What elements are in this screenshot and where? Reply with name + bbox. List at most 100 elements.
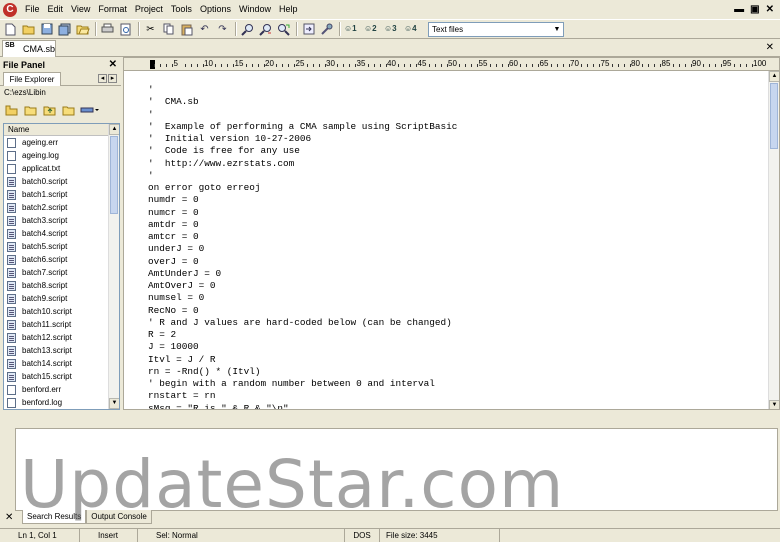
code-line[interactable]: AmtUnderJ = 0 [148, 268, 763, 280]
open-folder-icon[interactable] [75, 22, 90, 37]
code-line[interactable]: amtdr = 0 [148, 219, 763, 231]
file-list-item[interactable]: benford.log [4, 396, 119, 409]
file-list-item[interactable]: batch1.script [4, 188, 119, 201]
print-icon[interactable] [100, 22, 115, 37]
code-line[interactable]: amtcr = 0 [148, 231, 763, 243]
bookmark-4-icon[interactable]: ☺4 [404, 22, 419, 36]
file-list-item[interactable]: batch3.script [4, 214, 119, 227]
menu-edit[interactable]: Edit [44, 0, 68, 19]
print-preview-icon[interactable] [118, 22, 133, 37]
file-filter-select[interactable]: Text files ▼ [428, 21, 564, 37]
tab-output-console[interactable]: Output Console [86, 510, 152, 524]
bookmark-1-icon[interactable]: ☺1 [344, 22, 359, 36]
folder-up-icon[interactable] [42, 102, 57, 117]
undo-icon[interactable]: ↶ [197, 22, 212, 37]
code-line[interactable]: AmtOverJ = 0 [148, 280, 763, 292]
file-list-item[interactable]: batch4.script [4, 227, 119, 240]
column-header-name[interactable]: Name [4, 124, 108, 136]
scroll-up-icon[interactable]: ▲ [769, 71, 779, 82]
code-line[interactable]: numdr = 0 [148, 194, 763, 206]
editor-scrollbar[interactable]: ▲ ▼ [768, 71, 779, 409]
code-line[interactable]: rn = -Rnd() * (Itvl) [148, 366, 763, 378]
code-line[interactable]: sMsg = "R is " & R & "\n" [148, 403, 763, 410]
code-editor[interactable]: 5 10 15 20 25 30 35 40 45 50 55 60 65 70 75 80 85 90 95 100… [123, 57, 780, 410]
new-icon[interactable] [3, 22, 18, 37]
code-line[interactable]: ' Initial version 10-27-2006 [148, 133, 763, 145]
cut-icon[interactable]: ✂ [143, 22, 158, 37]
code-line[interactable]: underJ = 0 [148, 243, 763, 255]
redo-icon[interactable]: ↷ [215, 22, 230, 37]
code-line[interactable]: ' begin with a random number between 0 a… [148, 378, 763, 390]
scroll-up-icon[interactable]: ▲ [109, 124, 119, 135]
file-list-item[interactable]: batch14.script [4, 357, 119, 370]
tools-icon[interactable] [319, 22, 334, 37]
code-line[interactable]: R = 2 [148, 329, 763, 341]
bookmark-2-icon[interactable]: ☺2 [364, 22, 379, 36]
copy-icon[interactable] [161, 22, 176, 37]
open-icon[interactable] [21, 22, 36, 37]
code-line[interactable]: ' [148, 170, 763, 182]
code-line[interactable]: numsel = 0 [148, 292, 763, 304]
code-line[interactable]: J = 10000 [148, 341, 763, 353]
panel-prev-icon[interactable]: ◂ [98, 74, 107, 83]
tab-file-explorer[interactable]: File Explorer [3, 72, 61, 86]
file-list-item[interactable]: batch11.script [4, 318, 119, 331]
scroll-thumb[interactable] [770, 83, 778, 149]
file-list-item[interactable]: ageing.log [4, 149, 119, 162]
file-list-item[interactable]: batch0.script [4, 175, 119, 188]
file-list-item[interactable]: batch8.script [4, 279, 119, 292]
file-list-item[interactable]: batch7.script [4, 266, 119, 279]
file-list-item[interactable]: ageing.err [4, 136, 119, 149]
refresh-icon[interactable] [61, 102, 76, 117]
scroll-thumb[interactable] [110, 136, 118, 214]
code-line[interactable]: RecNo = 0 [148, 305, 763, 317]
code-line[interactable]: ' [148, 84, 763, 96]
file-list-scrollbar[interactable]: ▲ ▼ [108, 124, 119, 409]
code-line[interactable]: ' [148, 109, 763, 121]
find-next-icon[interactable] [258, 22, 273, 37]
file-list-item[interactable]: benford.err [4, 383, 119, 396]
view-options-icon[interactable] [80, 102, 100, 117]
file-list-item[interactable]: batch5.script [4, 240, 119, 253]
close-icon[interactable]: ✕ [766, 4, 774, 15]
file-list-item[interactable]: batch6.script [4, 253, 119, 266]
minimize-icon[interactable]: ▬ [734, 4, 744, 15]
menu-view[interactable]: View [67, 0, 94, 19]
code-line[interactable]: ' CMA.sb [148, 96, 763, 108]
file-list-item[interactable]: batch10.script [4, 305, 119, 318]
save-all-icon[interactable] [57, 22, 72, 37]
tab-cma-sb[interactable]: SB CMA.sb [2, 40, 56, 57]
menu-file[interactable]: File [21, 0, 44, 19]
close-output-icon[interactable]: ✕ [5, 512, 13, 523]
folder-tree-icon[interactable] [4, 102, 19, 117]
file-list-item[interactable]: batch15.script [4, 370, 119, 383]
paste-icon[interactable] [179, 22, 194, 37]
code-line[interactable]: ' R and J values are hard-coded below (c… [148, 317, 763, 329]
code-line[interactable]: numcr = 0 [148, 207, 763, 219]
menu-options[interactable]: Options [196, 0, 235, 19]
panel-next-icon[interactable]: ▸ [108, 74, 117, 83]
file-list-item[interactable]: batch2.script [4, 201, 119, 214]
code-line[interactable]: ' Example of performing a CMA sample usi… [148, 121, 763, 133]
bookmark-3-icon[interactable]: ☺3 [384, 22, 399, 36]
save-icon[interactable] [39, 22, 54, 37]
menu-window[interactable]: Window [235, 0, 275, 19]
output-panel[interactable] [15, 428, 778, 511]
file-list-item[interactable]: batch13.script [4, 344, 119, 357]
code-line[interactable]: rnstart = rn [148, 390, 763, 402]
folder-open-icon[interactable] [23, 102, 38, 117]
chevron-down-icon[interactable]: ▼ [551, 23, 563, 36]
file-list-item[interactable]: applicat.txt [4, 162, 119, 175]
file-list-item[interactable]: batch9.script [4, 292, 119, 305]
code-line[interactable]: on error goto erreoj [148, 182, 763, 194]
replace-icon[interactable] [276, 22, 291, 37]
menu-help[interactable]: Help [275, 0, 302, 19]
code-line[interactable]: ' Code is free for any use [148, 145, 763, 157]
close-tab-icon[interactable]: ✕ [766, 42, 774, 53]
file-list-item[interactable]: batch12.script [4, 331, 119, 344]
code-line[interactable]: ' http://www.ezrstats.com [148, 158, 763, 170]
code-text-area[interactable]: ' ' CMA.sb ' ' Example of performing a CMA … [148, 84, 763, 410]
find-icon[interactable] [240, 22, 255, 37]
scroll-down-icon[interactable]: ▼ [769, 400, 779, 409]
code-line[interactable]: Itvl = J / R [148, 354, 763, 366]
